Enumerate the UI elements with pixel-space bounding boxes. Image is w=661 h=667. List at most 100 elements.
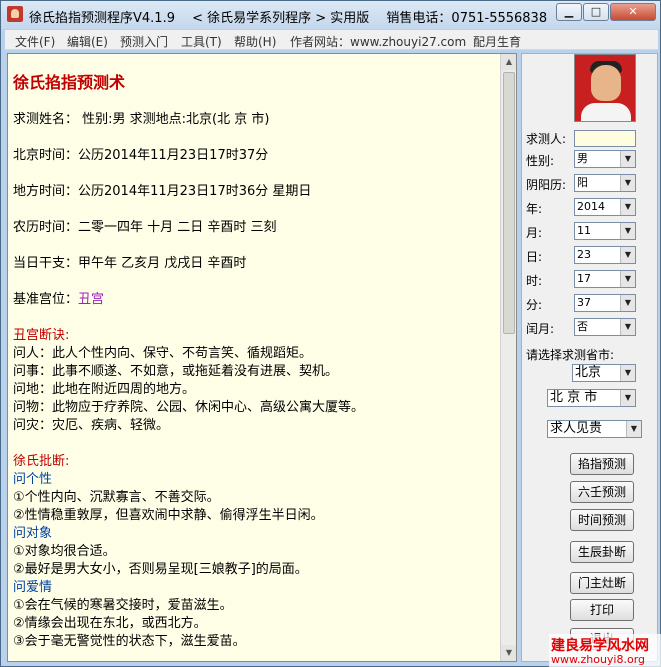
hour-value: 17 [577, 272, 591, 285]
local-time-line: 地方时间：公历2014年11月23日17时36分 星期日 [13, 184, 312, 199]
province-prompt: 请选择求测省市: [526, 348, 615, 362]
sub2-line: ②最好是男大女小，否则易呈现[三娘教子]的局面。 [13, 562, 308, 577]
scroll-up-arrow-icon[interactable]: ▲ [501, 54, 516, 70]
sub3-line: ③会于毫无警觉性的状态下，滋生爱苗。 [13, 634, 246, 649]
dropdown-arrow-icon[interactable]: ▼ [620, 175, 635, 191]
base-palace-value: 丑宫 [78, 292, 105, 307]
sub1-line: ①个性内向、沉默寡言、不善交际。 [13, 490, 220, 505]
province-select[interactable]: 北京 ▼ [572, 364, 636, 382]
app-logo-icon [7, 6, 23, 22]
sub3-line: ①会在气候的寒暑交接时，爱苗滋生。 [13, 598, 233, 613]
maximize-button[interactable]: □ [583, 3, 609, 21]
base-palace-line: 基准宫位：丑宫 [13, 291, 104, 308]
leap-month-select[interactable]: 否 ▼ [574, 318, 636, 336]
section1-line: 问人：此人个性内向、保守、不苟言笑、循规蹈矩。 [13, 346, 313, 361]
birth-hexagram-button[interactable]: 生辰卦断 [570, 541, 634, 563]
dropdown-arrow-icon[interactable]: ▼ [620, 223, 635, 239]
minute-value: 37 [577, 296, 591, 309]
minute-select[interactable]: 37 ▼ [574, 294, 636, 312]
section2-title: 徐氏批断: [13, 454, 70, 469]
day-label: 日: [526, 250, 543, 264]
sub2-title: 问对象 [13, 526, 53, 541]
input-panel: 求测人: 性别: 男 ▼ 阴阳历: 阳 ▼ 年: 2014 ▼ 月: 11 ▼ … [521, 53, 658, 662]
requester-input[interactable] [574, 130, 636, 147]
year-label: 年: [526, 202, 543, 216]
dropdown-arrow-icon[interactable]: ▼ [620, 271, 635, 287]
site-watermark: 建良易学风水网 www.zhouyi8.org [549, 634, 661, 667]
minimize-button[interactable]: ▁ [556, 3, 582, 21]
menu-tools[interactable]: 工具(T) [181, 33, 222, 50]
door-stove-button[interactable]: 门主灶断 [570, 572, 634, 594]
sub2-line: ①对象均很合适。 [13, 544, 116, 559]
lunar-time-line: 农历时间：二零一四年 十月 二日 辛酉时 三刻 [13, 220, 277, 235]
dropdown-arrow-icon[interactable]: ▼ [620, 365, 635, 381]
menu-birth[interactable]: 配月生育 [473, 33, 521, 50]
liuren-predict-button[interactable]: 六壬预测 [570, 481, 634, 503]
leap-month-value: 否 [577, 320, 588, 333]
dropdown-arrow-icon[interactable]: ▼ [620, 199, 635, 215]
city-select[interactable]: 北 京 市 ▼ [547, 389, 636, 407]
author-photo [574, 54, 636, 122]
month-value: 11 [577, 224, 591, 237]
day-value: 23 [577, 248, 591, 261]
sub1-title: 问个性 [13, 472, 53, 487]
year-select[interactable]: 2014 ▼ [574, 198, 636, 216]
app-window: 徐氏掐指预测程序V4.1.9 < 徐氏易学系列程序 > 实用版 销售电话：075… [0, 0, 661, 667]
hour-label: 时: [526, 274, 543, 288]
month-select[interactable]: 11 ▼ [574, 222, 636, 240]
dropdown-arrow-icon[interactable]: ▼ [626, 421, 641, 437]
sub1-line: ②性情稳重敦厚，但喜欢闹中求静、偷得浮生半日闲。 [13, 508, 324, 523]
scroll-down-arrow-icon[interactable]: ▼ [501, 645, 516, 661]
name-line: 求测姓名： 性别:男 求测地点:北京(北 京 市) [13, 112, 270, 127]
city-value: 北 京 市 [550, 390, 598, 405]
section1-line: 问物：此物应于疗养院、公园、休闲中心、高级公寓大厦等。 [13, 400, 365, 415]
title-bar[interactable]: 徐氏掐指预测程序V4.1.9 < 徐氏易学系列程序 > 实用版 销售电话：075… [1, 1, 660, 29]
gender-value: 男 [577, 152, 588, 165]
topic-value: 求人见贵 [550, 421, 603, 436]
ganzhi-line: 当日干支：甲午年 乙亥月 戊戌日 辛酉时 [13, 256, 247, 271]
dropdown-arrow-icon[interactable]: ▼ [620, 151, 635, 167]
window-title: 徐氏掐指预测程序V4.1.9 < 徐氏易学系列程序 > 实用版 销售电话：075… [29, 11, 549, 26]
scroll-thumb[interactable] [503, 72, 515, 334]
menu-help[interactable]: 帮助(H) [234, 33, 276, 50]
topic-select[interactable]: 求人见贵 ▼ [547, 420, 642, 438]
gender-select[interactable]: 男 ▼ [574, 150, 636, 168]
leap-month-label: 闰月: [526, 322, 555, 336]
dropdown-arrow-icon[interactable]: ▼ [620, 247, 635, 263]
section1-line: 问地：此地在附近四周的地方。 [13, 382, 196, 397]
base-palace-label: 基准宫位： [13, 292, 79, 307]
month-label: 月: [526, 226, 543, 240]
time-predict-button[interactable]: 时间预测 [570, 509, 634, 531]
dropdown-arrow-icon[interactable]: ▼ [620, 319, 635, 335]
result-text-pane[interactable]: 徐氏掐指预测术 求测姓名： 性别:男 求测地点:北京(北 京 市) 北京时间：公… [7, 53, 517, 662]
calendar-select[interactable]: 阳 ▼ [574, 174, 636, 192]
result-heading: 徐氏掐指预测术 [13, 73, 126, 92]
section1-line: 问事：此事不顺遂、不如意，或拖延着没有进展、契机。 [13, 364, 339, 379]
section1-title: 丑宫断诀: [13, 328, 70, 343]
menu-intro[interactable]: 预测入门 [120, 33, 168, 50]
menu-file[interactable]: 文件(F) [15, 33, 55, 50]
watermark-title: 建良易学风水网 [551, 638, 649, 654]
sub3-title: 问爱情 [13, 580, 53, 595]
beijing-time-line: 北京时间：公历2014年11月23日17时37分 [13, 148, 269, 163]
finger-predict-button[interactable]: 掐指预测 [570, 453, 634, 475]
year-value: 2014 [577, 200, 605, 213]
menu-bar: 文件(F) 编辑(E) 预测入门 工具(T) 帮助(H) 作者网站：www.zh… [5, 30, 658, 50]
requester-label: 求测人: [526, 132, 567, 146]
section1-line: 问灾：灾厄、疾病、轻微。 [13, 418, 170, 433]
menu-author-site[interactable]: 作者网站：www.zhouyi27.com [290, 33, 466, 50]
calendar-label: 阴阳历: [526, 178, 567, 192]
dropdown-arrow-icon[interactable]: ▼ [620, 390, 635, 406]
day-select[interactable]: 23 ▼ [574, 246, 636, 264]
calendar-value: 阳 [577, 176, 588, 189]
print-button[interactable]: 打印 [570, 599, 634, 621]
minute-label: 分: [526, 298, 543, 312]
close-button[interactable]: ✕ [610, 3, 656, 21]
sub3-line: ②情缘会出现在东北，或西北方。 [13, 616, 207, 631]
vertical-scrollbar[interactable]: ▲ ▼ [500, 54, 516, 661]
province-value: 北京 [575, 365, 602, 380]
watermark-url: www.zhouyi8.org [551, 653, 646, 666]
menu-edit[interactable]: 编辑(E) [67, 33, 108, 50]
hour-select[interactable]: 17 ▼ [574, 270, 636, 288]
dropdown-arrow-icon[interactable]: ▼ [620, 295, 635, 311]
